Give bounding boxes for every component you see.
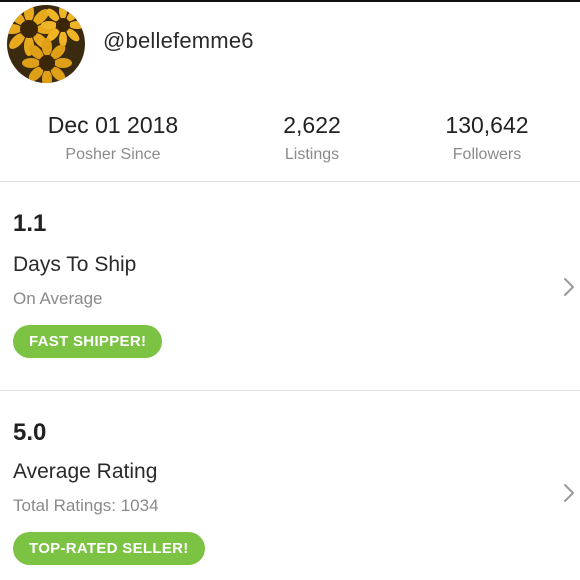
- total-ratings-text: Total Ratings: 1034: [13, 496, 159, 515]
- stat-label: Listings: [284, 146, 340, 163]
- chevron-right-icon[interactable]: [562, 276, 576, 298]
- rating-row[interactable]: 5.0 Average Rating Total Ratings: 1034 T…: [0, 391, 580, 580]
- stat-followers[interactable]: 130,642 Followers: [387, 110, 580, 164]
- stat-value: 2,622: [283, 112, 341, 138]
- stat-listings[interactable]: 2,622 Listings: [212, 110, 412, 164]
- shipping-row[interactable]: 1.1 Days To Ship On Average FAST SHIPPER…: [0, 182, 580, 389]
- avatar[interactable]: [7, 5, 85, 83]
- stat-label: Posher Since: [65, 146, 161, 163]
- stat-posher-since: Dec 01 2018 Posher Since: [13, 110, 213, 164]
- average-rating-title: Average Rating: [13, 460, 158, 483]
- stat-label: Followers: [452, 146, 522, 163]
- username[interactable]: @bellefemme6: [103, 28, 254, 54]
- stat-value: 130,642: [445, 112, 529, 138]
- days-to-ship-value: 1.1: [13, 210, 47, 237]
- average-rating-value: 5.0: [13, 419, 47, 446]
- sunflower-avatar-icon: [7, 5, 85, 83]
- fast-shipper-badge: FAST SHIPPER!: [13, 325, 163, 358]
- days-to-ship-title: Days To Ship: [13, 253, 137, 276]
- days-to-ship-subtitle: On Average: [13, 289, 103, 308]
- profile-stats: Dec 01 2018 Posher Since 2,622 Listings …: [0, 110, 580, 178]
- top-rated-seller-badge: TOP-RATED SELLER!: [13, 532, 205, 565]
- stat-value: Dec 01 2018: [47, 112, 179, 138]
- chevron-right-icon[interactable]: [562, 482, 576, 504]
- top-border: [0, 0, 580, 2]
